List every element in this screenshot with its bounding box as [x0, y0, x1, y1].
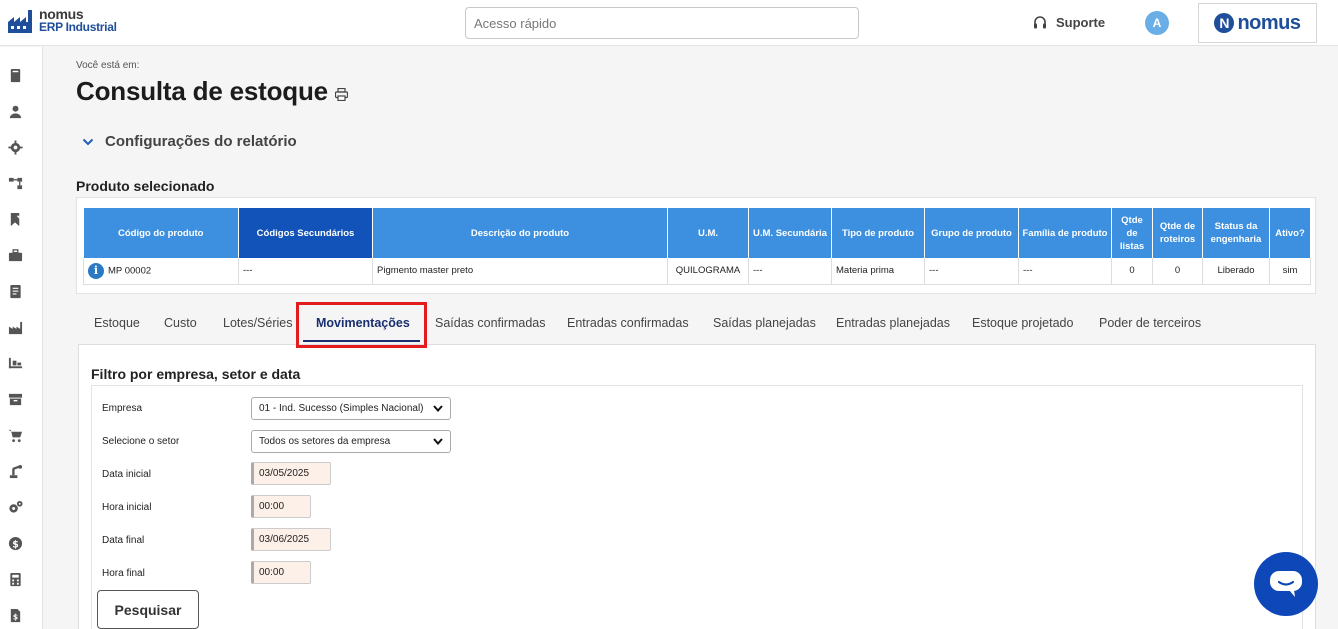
brand-subtitle: ERP Industrial — [39, 20, 117, 34]
cell-familia: --- — [1018, 258, 1112, 285]
quick-access-input[interactable] — [465, 7, 859, 39]
dollar-icon[interactable]: $ — [7, 535, 23, 551]
tab-lotes-series[interactable]: Lotes/Séries — [223, 316, 292, 330]
archive-icon[interactable] — [7, 391, 23, 407]
support-label: Suporte — [1056, 15, 1106, 30]
col-header[interactable]: U.M. Secundária — [748, 208, 832, 258]
col-header[interactable]: U.M. — [667, 208, 749, 258]
col-header[interactable]: Grupo de produto — [924, 208, 1019, 258]
cart-icon[interactable] — [7, 427, 23, 443]
logo-mark: N — [1214, 13, 1235, 33]
tab-saidas-confirmadas[interactable]: Saídas confirmadas — [435, 316, 545, 330]
tab-custo[interactable]: Custo — [164, 316, 197, 330]
hora-inicial-label: Hora inicial — [102, 502, 152, 513]
col-header[interactable]: Descrição do produto — [372, 208, 668, 258]
data-final-field[interactable]: 03/06/2025 — [251, 528, 331, 551]
report-config-toggle[interactable]: Configurações do relatório — [82, 133, 297, 150]
cell-um-secundaria: --- — [748, 258, 832, 285]
setor-value: Todos os setores da empresa — [259, 436, 391, 447]
search-button[interactable]: Pesquisar — [97, 590, 199, 629]
chevron-down-icon — [433, 438, 443, 445]
product-heading: Produto selecionado — [76, 178, 215, 194]
empresa-label: Empresa — [102, 403, 143, 414]
tab-saidas-planejadas[interactable]: Saídas planejadas — [713, 316, 816, 330]
invoice-icon[interactable]: $ — [7, 607, 23, 623]
cell-ativo: sim — [1269, 258, 1311, 285]
svg-text:$: $ — [12, 539, 19, 550]
col-header[interactable]: Tipo de produto — [831, 208, 925, 258]
cell-descricao: Pigmento master preto — [372, 258, 668, 285]
col-header[interactable]: Família de produto — [1018, 208, 1112, 258]
breadcrumb: Você está em: — [76, 60, 140, 71]
calculator-icon[interactable] — [7, 571, 23, 587]
cell-status: Liberado — [1202, 258, 1270, 285]
tab-entradas-planejadas[interactable]: Entradas planejadas — [836, 316, 950, 330]
page-title: Consulta de estoque — [76, 76, 328, 106]
document-icon[interactable] — [7, 283, 23, 299]
cell-roteiros: 0 — [1152, 258, 1203, 285]
logo-word: nomus — [1237, 11, 1301, 34]
info-icon[interactable]: i — [88, 262, 104, 279]
support-link[interactable]: Suporte — [1033, 15, 1105, 30]
data-inicial-field[interactable]: 03/05/2025 — [251, 462, 331, 485]
cell-codigo: i MP 00002 — [83, 258, 239, 285]
col-header[interactable]: Ativo? — [1269, 208, 1311, 258]
tab-estoque[interactable]: Estoque — [94, 316, 140, 330]
chat-button[interactable] — [1254, 552, 1318, 616]
cell-listas: 0 — [1111, 258, 1153, 285]
setor-label: Selecione o setor — [102, 436, 180, 447]
hierarchy-icon[interactable] — [7, 175, 23, 191]
empresa-value: 01 - Ind. Sucesso (Simples Nacional) — [259, 403, 424, 414]
bookmark-check-icon[interactable] — [7, 211, 23, 227]
product-table-container: Código do produto Códigos Secundários De… — [76, 197, 1316, 294]
chevron-down-icon — [433, 405, 443, 412]
product-code: MP 00002 — [108, 265, 152, 277]
col-header[interactable]: Qtde de listas — [1111, 208, 1153, 258]
print-icon[interactable] — [335, 88, 348, 101]
report-config-label: Configurações do relatório — [105, 133, 297, 150]
factory-icon[interactable] — [7, 319, 23, 335]
cell-grupo: --- — [924, 258, 1019, 285]
brand-logo[interactable]: nomus ERP Industrial — [6, 7, 117, 36]
factory-logo-icon — [8, 10, 32, 33]
svg-text:$: $ — [12, 612, 17, 621]
cogs-icon[interactable] — [7, 499, 23, 515]
hora-final-field[interactable]: 00:00 — [251, 561, 311, 584]
col-header[interactable]: Código do produto — [83, 208, 239, 258]
col-header[interactable]: Status da engenharia — [1202, 208, 1270, 258]
col-header[interactable]: Qtde de roteiros — [1152, 208, 1203, 258]
user-icon[interactable] — [7, 103, 23, 119]
forklift-icon[interactable] — [7, 355, 23, 371]
briefcase-icon[interactable] — [7, 247, 23, 263]
user-avatar[interactable]: A — [1145, 11, 1169, 35]
table-row[interactable]: i MP 00002 --- Pigmento master preto QUIL… — [83, 258, 1311, 285]
setor-select[interactable]: Todos os setores da empresa — [251, 430, 451, 453]
robot-arm-icon[interactable] — [7, 463, 23, 479]
data-final-label: Data final — [102, 535, 145, 546]
filter-title: Filtro por empresa, setor e data — [91, 366, 301, 382]
sidebar: $ $ — [0, 47, 43, 629]
book-icon[interactable] — [7, 67, 23, 83]
hora-inicial-field[interactable]: 00:00 — [251, 495, 311, 518]
empresa-select[interactable]: 01 - Ind. Sucesso (Simples Nacional) — [251, 397, 451, 420]
tab-estoque-projetado[interactable]: Estoque projetado — [972, 316, 1073, 330]
cell-tipo: Materia prima — [831, 258, 925, 285]
gear-icon[interactable] — [7, 139, 23, 155]
hora-final-label: Hora final — [102, 568, 145, 579]
headset-icon — [1034, 15, 1046, 28]
tab-entradas-confirmadas[interactable]: Entradas confirmadas — [567, 316, 689, 330]
cell-um: QUILOGRAMA — [667, 258, 749, 285]
top-bar: nomus ERP Industrial Suporte A N nomus — [0, 0, 1338, 46]
chat-bubble-icon — [1270, 571, 1302, 597]
cell-secundarios: --- — [238, 258, 373, 285]
tab-poder-de-terceiros[interactable]: Poder de terceiros — [1099, 316, 1201, 330]
col-header[interactable]: Códigos Secundários — [238, 208, 373, 258]
data-inicial-label: Data inicial — [102, 469, 151, 480]
chevron-down-icon — [82, 138, 94, 145]
product-table: Código do produto Códigos Secundários De… — [83, 208, 1311, 285]
company-logo: N nomus — [1198, 3, 1317, 43]
highlight-box — [296, 302, 427, 348]
